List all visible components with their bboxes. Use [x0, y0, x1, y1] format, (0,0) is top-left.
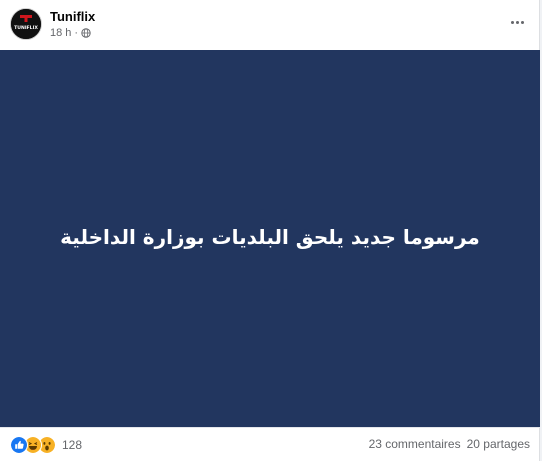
more-dot — [515, 20, 519, 24]
more-options-icon — [510, 20, 514, 24]
like-icon — [10, 436, 28, 454]
image-headline: مرسوما جديد يلحق البلديات بوزارة الداخلي… — [60, 224, 480, 249]
engagement-stats: 23 commentaires 20 partages — [369, 437, 530, 451]
post-header: TUNIFLIX Tuniflix 18 h · — [0, 0, 540, 50]
logo-text: TUNIFLIX — [14, 25, 38, 31]
post-footer: 128 23 commentaires 20 partages — [0, 427, 540, 461]
comments-count-link[interactable]: 23 commentaires — [369, 437, 461, 451]
more-dot — [520, 20, 524, 24]
reactions-summary[interactable]: 128 — [10, 436, 82, 454]
post-timestamp[interactable]: 18 h — [50, 27, 71, 39]
reaction-count[interactable]: 128 — [62, 438, 82, 452]
post-meta: 18 h · — [50, 26, 91, 40]
globe-icon[interactable] — [81, 28, 91, 38]
facebook-post: TUNIFLIX Tuniflix 18 h · مرسوما جديد يلح… — [0, 0, 540, 461]
page-avatar[interactable]: TUNIFLIX — [10, 8, 42, 40]
more-options-button[interactable] — [505, 12, 529, 32]
page-name-link[interactable]: Tuniflix — [50, 9, 95, 25]
tuniflix-logo-icon: TUNIFLIX — [11, 9, 41, 39]
shares-count-link[interactable]: 20 partages — [467, 437, 530, 451]
post-image[interactable]: مرسوما جديد يلحق البلديات بوزارة الداخلي… — [0, 50, 540, 427]
meta-separator: · — [74, 27, 79, 39]
